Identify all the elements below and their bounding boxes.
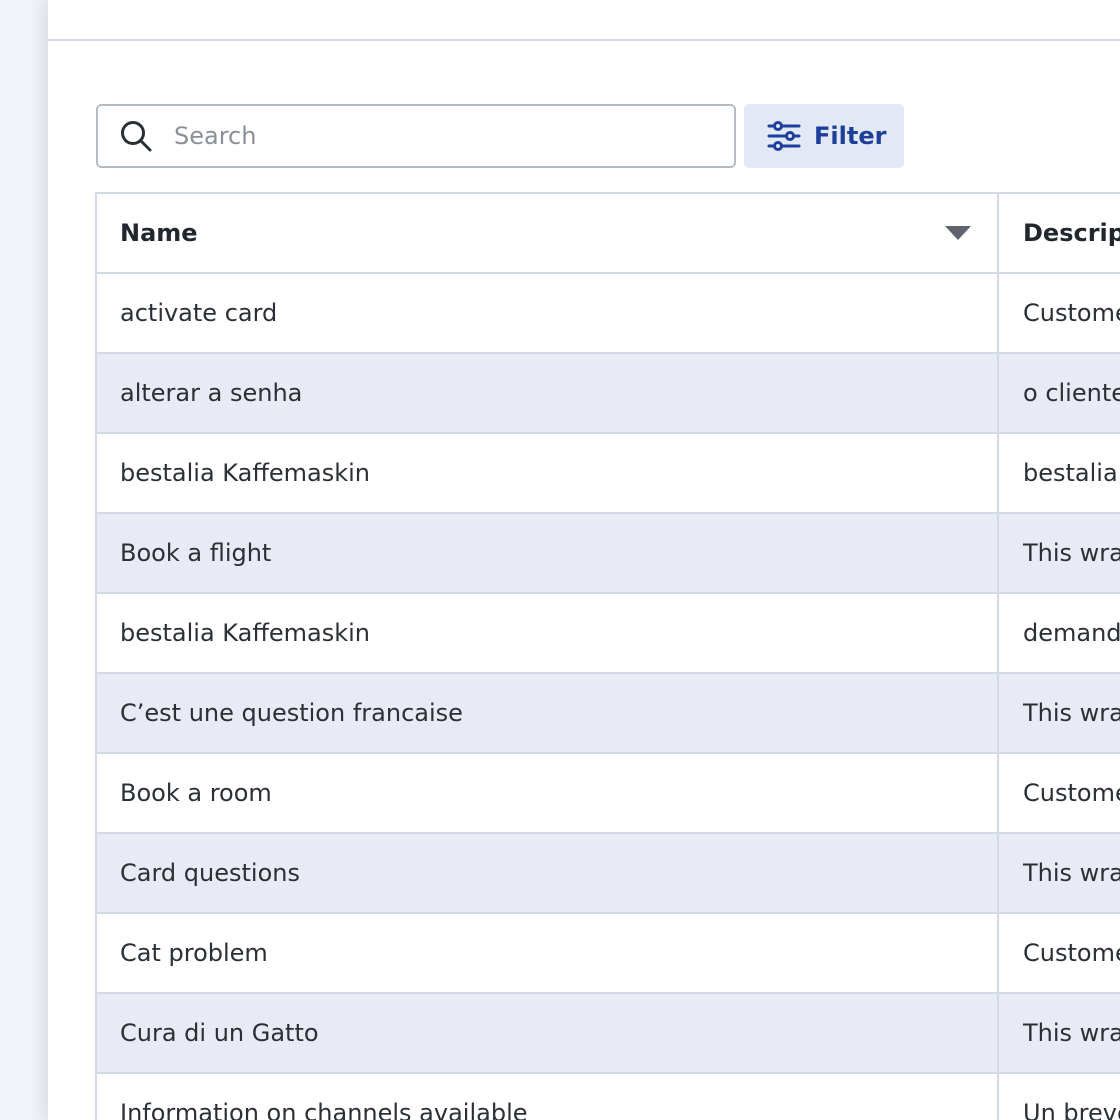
table-row[interactable]: activate card Customer	[97, 274, 1120, 354]
table-row[interactable]: alterar a senha o cliente p	[97, 354, 1120, 434]
description-cell: Customer	[1023, 299, 1120, 327]
name-cell: bestalia Kaffemaskin	[97, 434, 999, 512]
column-header-name-label: Name	[120, 219, 198, 247]
column-header-name[interactable]: Name	[97, 194, 999, 272]
description-cell: Un breve	[1023, 1099, 1120, 1120]
name-cell: Information on channels available	[97, 1074, 999, 1120]
filter-label: Filter	[814, 122, 887, 150]
table-header-row: Name Descript	[97, 194, 1120, 274]
table-row[interactable]: Information on channels available Un bre…	[97, 1074, 1120, 1120]
name-cell: alterar a senha	[97, 354, 999, 432]
name-cell: bestalia Kaffemaskin	[97, 594, 999, 672]
name-cell: Cat problem	[97, 914, 999, 992]
table-row[interactable]: bestalia Kaffemaskin demanda	[97, 594, 1120, 674]
table-row[interactable]: Cura di un Gatto This wrap	[97, 994, 1120, 1074]
description-cell: demanda	[1023, 619, 1120, 647]
description-cell: o cliente p	[1023, 379, 1120, 407]
main-panel: Filter Name Descript activate card Custo…	[48, 0, 1120, 1120]
filter-button[interactable]: Filter	[744, 104, 904, 168]
column-header-description-label: Descript	[1023, 219, 1120, 247]
description-cell: Customer	[1023, 779, 1120, 807]
search-icon	[118, 118, 154, 154]
table-row[interactable]: Card questions This wrap	[97, 834, 1120, 914]
name-cell: Cura di un Gatto	[97, 994, 999, 1072]
page-header	[48, 0, 1120, 41]
sliders-icon	[766, 118, 802, 154]
table-row[interactable]: bestalia Kaffemaskin bestalia K	[97, 434, 1120, 514]
name-cell: C’est une question francaise	[97, 674, 999, 752]
table-row[interactable]: Cat problem Customer	[97, 914, 1120, 994]
name-cell: Book a room	[97, 754, 999, 832]
table-row[interactable]: Book a room Customer	[97, 754, 1120, 834]
name-cell: Book a flight	[97, 514, 999, 592]
name-cell: Card questions	[97, 834, 999, 912]
column-header-description[interactable]: Descript	[999, 194, 1120, 272]
data-table: Name Descript activate card Customer alt…	[95, 192, 1120, 1120]
search-input[interactable]	[174, 108, 734, 164]
description-cell: This wrap	[1023, 1019, 1120, 1047]
description-cell: Customer	[1023, 939, 1120, 967]
description-cell: This wrap	[1023, 539, 1120, 567]
description-cell: This wrap	[1023, 859, 1120, 887]
table-row[interactable]: Book a flight This wrap	[97, 514, 1120, 594]
name-cell: activate card	[97, 274, 999, 352]
description-cell: bestalia K	[1023, 459, 1120, 487]
caret-down-icon[interactable]	[945, 226, 971, 240]
description-cell: This wrap	[1023, 699, 1120, 727]
table-row[interactable]: C’est une question francaise This wrap	[97, 674, 1120, 754]
search-box[interactable]	[96, 104, 736, 168]
